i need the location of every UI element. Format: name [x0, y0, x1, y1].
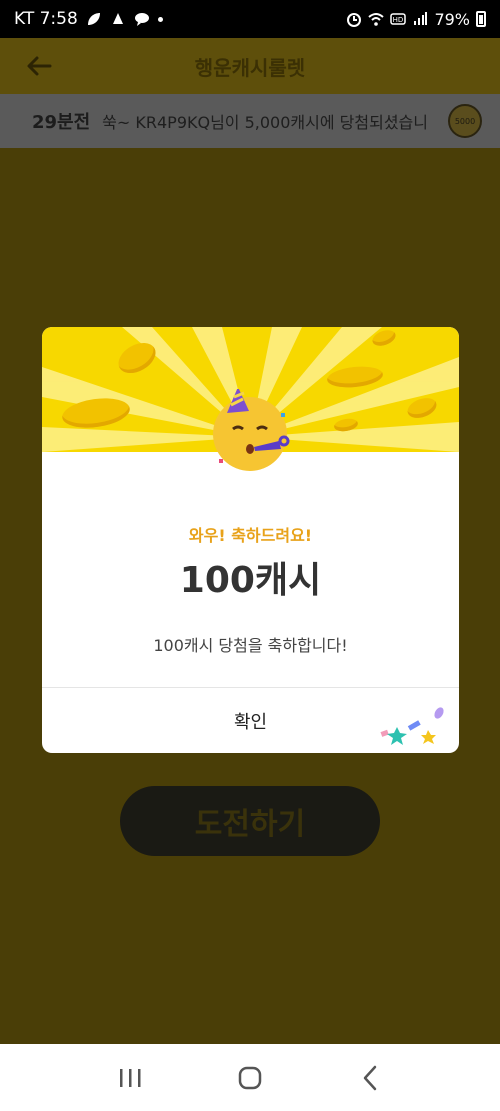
home-button[interactable]: [230, 1058, 270, 1098]
ticker-time: 29분전: [32, 112, 91, 133]
back-icon: [363, 1065, 377, 1090]
home-icon: [238, 1066, 262, 1089]
more-notifications-dot: [157, 16, 163, 22]
hd-icon: HD: [390, 13, 407, 25]
congrats-subtitle: 와우! 축하드려요!: [188, 526, 313, 545]
congrats-modal: 와우! 축하드려요! 100캐시 100캐시 당첨을 축하합니다! 확인: [42, 327, 459, 753]
svg-text:HD: HD: [393, 16, 404, 24]
signal-icon: [414, 12, 428, 25]
leaf-icon: [87, 13, 100, 25]
app-header: 행운캐시룰렛: [0, 38, 500, 94]
page-title: 행운캐시룰렛: [194, 55, 306, 80]
back-arrow-icon[interactable]: [24, 51, 54, 81]
party-face-icon: [213, 389, 290, 471]
recent-apps-button[interactable]: [110, 1058, 150, 1098]
chat-icon: [134, 13, 149, 26]
challenge-button: 도전하기: [120, 786, 380, 856]
confetti-icon: [380, 707, 444, 745]
ticker-message: 쑥~ KR4P9KQ님이 5,000캐시에 당첨되셨습니: [102, 113, 428, 132]
prize-amount: 100캐시: [179, 560, 322, 601]
notification-icon: [112, 13, 123, 24]
cash-badge-icon: 5000: [448, 104, 482, 138]
back-button[interactable]: [350, 1058, 390, 1098]
status-bar: KT 7:58 HD 79%: [0, 0, 500, 38]
alarm-icon: [347, 13, 362, 27]
recent-apps-icon: [120, 1068, 141, 1087]
carrier-time: KT 7:58: [14, 9, 78, 29]
system-nav-bar: [0, 1044, 500, 1111]
wifi-icon: [368, 13, 385, 26]
battery-icon: [476, 11, 486, 27]
prize-message: 100캐시 당첨을 축하합니다!: [153, 636, 348, 655]
winner-ticker: 29분전 쑥~ KR4P9KQ님이 5,000캐시에 당첨되셨습니 5000: [0, 94, 500, 148]
battery-percent: 79%: [434, 9, 470, 29]
